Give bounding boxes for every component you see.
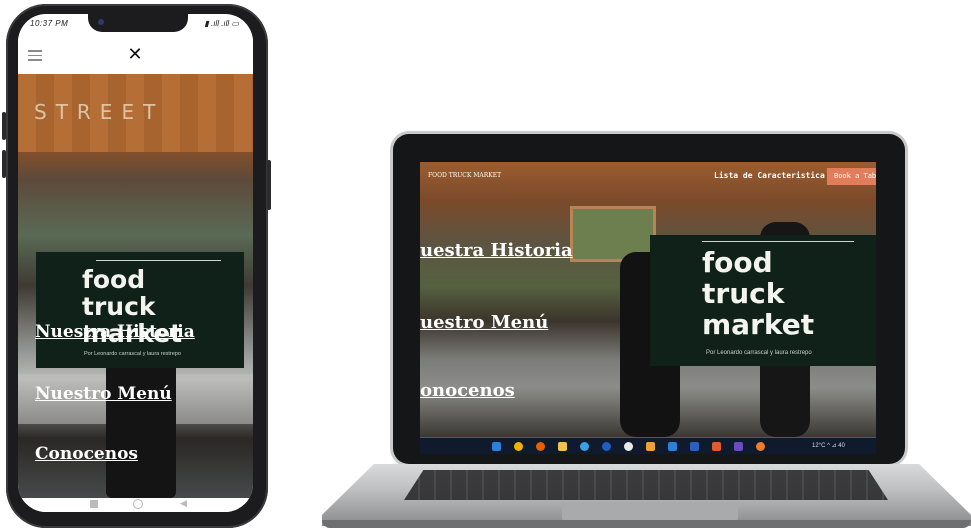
site-brand[interactable]: FOOD TRUCK MARKET <box>428 172 501 179</box>
windows-taskbar: 12°C ^ ⊿ 40 <box>420 437 876 454</box>
nav-link-conocenos[interactable]: Conocenos <box>35 444 138 464</box>
app-icon[interactable] <box>602 442 611 451</box>
status-signal-icons: ▮ .ıll .ıll ▭ <box>204 19 239 28</box>
brand-title-line: truck <box>82 292 156 321</box>
hamburger-menu-icon[interactable] <box>28 50 42 61</box>
brand-divider <box>96 260 221 261</box>
recent-apps-icon[interactable] <box>90 500 98 508</box>
telegram-icon[interactable] <box>580 442 589 451</box>
mail-icon[interactable] <box>668 442 677 451</box>
brand-box: food truck market Por Leonardo carrascal… <box>650 235 876 366</box>
word-icon[interactable] <box>690 442 699 451</box>
back-icon[interactable]: ◀ <box>180 498 187 509</box>
phone-power-button <box>267 160 271 210</box>
folder-icon[interactable] <box>558 442 567 451</box>
brand-divider <box>702 241 854 242</box>
status-time: 10:37 PM <box>30 19 69 28</box>
phone-notch <box>88 14 188 32</box>
laptop-screen: FOOD TRUCK MARKET Lista de Caracteristic… <box>420 162 876 454</box>
brand-title-line: food <box>702 246 773 279</box>
laptop-base-lip <box>322 520 971 528</box>
street-sign: STREET <box>34 100 165 124</box>
book-table-button[interactable]: Book a Tab <box>827 168 876 185</box>
laptop-touchpad <box>562 502 738 520</box>
weather-temp: 12°C <box>812 443 826 449</box>
home-icon[interactable] <box>133 499 143 509</box>
calendar-icon[interactable] <box>646 442 655 451</box>
laptop-keyboard <box>404 470 888 500</box>
firefox-icon[interactable] <box>536 442 545 451</box>
nav-link-historia[interactable]: uestra Historia <box>420 240 573 261</box>
nav-link-menu[interactable]: uestro Menú <box>420 312 548 333</box>
nav-link-conocenos[interactable]: onocenos <box>420 380 515 401</box>
nav-link-menu[interactable]: Nuestro Menú <box>35 384 172 404</box>
powerpoint-icon[interactable] <box>712 442 721 451</box>
brand-box: food truck market Por Leonardo carrascal… <box>36 252 244 368</box>
app-icon[interactable] <box>756 442 765 451</box>
app-icon[interactable] <box>624 442 633 451</box>
phone-volume-button <box>2 150 6 178</box>
features-link[interactable]: Lista de Caracteristica <box>714 171 825 180</box>
phone-screen: 10:37 PM ▮ .ıll .ıll ▭ ✕ STREET food tru… <box>18 14 253 512</box>
hero-image: STREET food truck market Por Leonardo ca… <box>18 74 253 498</box>
brand-title-line: food <box>82 265 146 294</box>
phone-volume-button <box>2 112 6 140</box>
tray-icons: ^ ⊿ 40 <box>827 443 845 449</box>
fork-knife-icon[interactable]: ✕ <box>124 44 146 66</box>
system-nav-bar: ◀ <box>18 498 253 512</box>
app-header: ✕ <box>18 36 253 74</box>
site-topbar: FOOD TRUCK MARKET Lista de Caracteristic… <box>420 162 876 190</box>
chrome-icon[interactable] <box>514 442 523 451</box>
brand-title-line: truck <box>702 277 785 310</box>
app-icon[interactable] <box>734 442 743 451</box>
nav-link-historia[interactable]: Nuestra Historia <box>35 322 195 342</box>
brand-title: food truck market <box>702 247 814 340</box>
front-camera-icon <box>98 19 104 25</box>
brand-subtitle: Por Leonardo carrascal y laura restrepo <box>706 350 812 356</box>
brand-subtitle: Por Leonardo carrascal y laura restrepo <box>84 351 181 357</box>
edge-icon[interactable] <box>492 442 501 451</box>
system-tray[interactable]: 12°C ^ ⊿ 40 <box>812 442 845 449</box>
brand-title-line: market <box>702 308 815 341</box>
